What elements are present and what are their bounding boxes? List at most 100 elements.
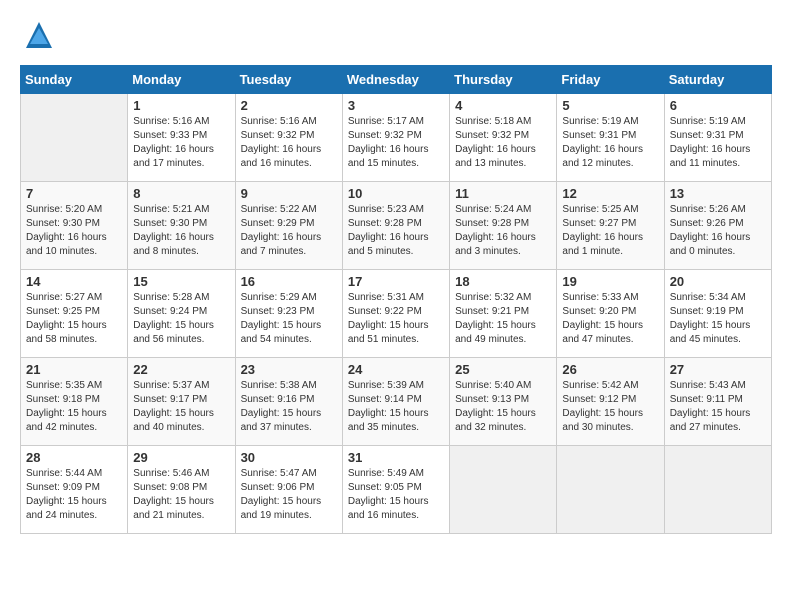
day-info: Sunrise: 5:16 AM Sunset: 9:32 PM Dayligh… xyxy=(241,115,337,171)
day-number: 31 xyxy=(348,450,444,465)
day-number: 16 xyxy=(241,274,337,289)
day-info: Sunrise: 5:27 AM Sunset: 9:25 PM Dayligh… xyxy=(26,291,122,347)
calendar-cell: 5Sunrise: 5:19 AM Sunset: 9:31 PM Daylig… xyxy=(557,94,664,182)
calendar-table: SundayMondayTuesdayWednesdayThursdayFrid… xyxy=(20,65,772,534)
logo-text xyxy=(20,20,54,55)
calendar-cell xyxy=(21,94,128,182)
day-number: 4 xyxy=(455,98,551,113)
calendar-cell: 30 Sunrise: 5:47 AM Sunset: 9:06 PM Dayli… xyxy=(235,446,342,534)
calendar-cell: 13Sunrise: 5:26 AM Sunset: 9:26 PM Dayli… xyxy=(664,182,771,270)
calendar-cell: 17 Sunrise: 5:31 AM Sunset: 9:22 PM Dayli… xyxy=(342,270,449,358)
day-number: 8 xyxy=(133,186,229,201)
day-info: Sunrise: 5:17 AM Sunset: 9:32 PM Dayligh… xyxy=(348,115,444,171)
calendar-cell: 8 Sunrise: 5:21 AM Sunset: 9:30 PM Daylig… xyxy=(128,182,235,270)
calendar-week-row: 1 Sunrise: 5:16 AM Sunset: 9:33 PM Daylig… xyxy=(21,94,772,182)
day-info: Sunrise: 5:20 AM Sunset: 9:30 PM Dayligh… xyxy=(26,203,122,259)
calendar-cell: 2 Sunrise: 5:16 AM Sunset: 9:32 PM Daylig… xyxy=(235,94,342,182)
calendar-cell: 6 Sunrise: 5:19 AM Sunset: 9:31 PM Daylig… xyxy=(664,94,771,182)
day-number: 15 xyxy=(133,274,229,289)
calendar-cell: 21 Sunrise: 5:35 AM Sunset: 9:18 PM Dayli… xyxy=(21,358,128,446)
day-info: Sunrise: 5:19 AM Sunset: 9:31 PM Dayligh… xyxy=(562,115,658,171)
calendar-cell: 26 Sunrise: 5:42 AM Sunset: 9:12 PM Dayli… xyxy=(557,358,664,446)
calendar-week-row: 14 Sunrise: 5:27 AM Sunset: 9:25 PM Dayli… xyxy=(21,270,772,358)
day-info: Sunrise: 5:22 AM Sunset: 9:29 PM Dayligh… xyxy=(241,203,337,259)
day-number: 9 xyxy=(241,186,337,201)
calendar-week-row: 21 Sunrise: 5:35 AM Sunset: 9:18 PM Dayli… xyxy=(21,358,772,446)
calendar-cell: 10Sunrise: 5:23 AM Sunset: 9:28 PM Dayli… xyxy=(342,182,449,270)
day-info: Sunrise: 5:19 AM Sunset: 9:31 PM Dayligh… xyxy=(670,115,766,171)
calendar-cell: 18 Sunrise: 5:32 AM Sunset: 9:21 PM Dayli… xyxy=(450,270,557,358)
day-number: 11 xyxy=(455,186,551,201)
logo-icon xyxy=(24,20,54,50)
column-header-saturday: Saturday xyxy=(664,66,771,94)
calendar-cell: 22 Sunrise: 5:37 AM Sunset: 9:17 PM Dayli… xyxy=(128,358,235,446)
day-number: 20 xyxy=(670,274,766,289)
day-info: Sunrise: 5:28 AM Sunset: 9:24 PM Dayligh… xyxy=(133,291,229,347)
day-number: 23 xyxy=(241,362,337,377)
day-info: Sunrise: 5:39 AM Sunset: 9:14 PM Dayligh… xyxy=(348,379,444,435)
column-header-sunday: Sunday xyxy=(21,66,128,94)
page-header xyxy=(20,20,772,55)
day-number: 28 xyxy=(26,450,122,465)
logo xyxy=(20,20,54,55)
calendar-cell: 3Sunrise: 5:17 AM Sunset: 9:32 PM Daylig… xyxy=(342,94,449,182)
day-info: Sunrise: 5:31 AM Sunset: 9:22 PM Dayligh… xyxy=(348,291,444,347)
calendar-cell: 24 Sunrise: 5:39 AM Sunset: 9:14 PM Dayli… xyxy=(342,358,449,446)
day-info: Sunrise: 5:16 AM Sunset: 9:33 PM Dayligh… xyxy=(133,115,229,171)
day-number: 7 xyxy=(26,186,122,201)
day-number: 21 xyxy=(26,362,122,377)
calendar-cell: 19Sunrise: 5:33 AM Sunset: 9:20 PM Dayli… xyxy=(557,270,664,358)
day-info: Sunrise: 5:38 AM Sunset: 9:16 PM Dayligh… xyxy=(241,379,337,435)
calendar-cell: 28 Sunrise: 5:44 AM Sunset: 9:09 PM Dayli… xyxy=(21,446,128,534)
day-number: 1 xyxy=(133,98,229,113)
day-info: Sunrise: 5:40 AM Sunset: 9:13 PM Dayligh… xyxy=(455,379,551,435)
day-info: Sunrise: 5:34 AM Sunset: 9:19 PM Dayligh… xyxy=(670,291,766,347)
calendar-cell: 7 Sunrise: 5:20 AM Sunset: 9:30 PM Daylig… xyxy=(21,182,128,270)
day-info: Sunrise: 5:44 AM Sunset: 9:09 PM Dayligh… xyxy=(26,467,122,523)
calendar-cell xyxy=(450,446,557,534)
day-number: 29 xyxy=(133,450,229,465)
day-number: 24 xyxy=(348,362,444,377)
day-number: 12 xyxy=(562,186,658,201)
calendar-cell: 20 Sunrise: 5:34 AM Sunset: 9:19 PM Dayli… xyxy=(664,270,771,358)
day-info: Sunrise: 5:35 AM Sunset: 9:18 PM Dayligh… xyxy=(26,379,122,435)
day-info: Sunrise: 5:24 AM Sunset: 9:28 PM Dayligh… xyxy=(455,203,551,259)
calendar-cell: 25 Sunrise: 5:40 AM Sunset: 9:13 PM Dayli… xyxy=(450,358,557,446)
calendar-cell: 12 Sunrise: 5:25 AM Sunset: 9:27 PM Dayli… xyxy=(557,182,664,270)
day-info: Sunrise: 5:29 AM Sunset: 9:23 PM Dayligh… xyxy=(241,291,337,347)
calendar-week-row: 28 Sunrise: 5:44 AM Sunset: 9:09 PM Dayli… xyxy=(21,446,772,534)
day-info: Sunrise: 5:43 AM Sunset: 9:11 PM Dayligh… xyxy=(670,379,766,435)
day-number: 22 xyxy=(133,362,229,377)
day-number: 27 xyxy=(670,362,766,377)
calendar-cell: 31 Sunrise: 5:49 AM Sunset: 9:05 PM Dayli… xyxy=(342,446,449,534)
calendar-cell: 11 Sunrise: 5:24 AM Sunset: 9:28 PM Dayli… xyxy=(450,182,557,270)
day-number: 30 xyxy=(241,450,337,465)
calendar-cell: 15 Sunrise: 5:28 AM Sunset: 9:24 PM Dayli… xyxy=(128,270,235,358)
calendar-cell: 23 Sunrise: 5:38 AM Sunset: 9:16 PM Dayli… xyxy=(235,358,342,446)
day-info: Sunrise: 5:46 AM Sunset: 9:08 PM Dayligh… xyxy=(133,467,229,523)
column-header-tuesday: Tuesday xyxy=(235,66,342,94)
day-number: 25 xyxy=(455,362,551,377)
column-header-wednesday: Wednesday xyxy=(342,66,449,94)
calendar-cell: 4 Sunrise: 5:18 AM Sunset: 9:32 PM Daylig… xyxy=(450,94,557,182)
day-info: Sunrise: 5:37 AM Sunset: 9:17 PM Dayligh… xyxy=(133,379,229,435)
day-info: Sunrise: 5:32 AM Sunset: 9:21 PM Dayligh… xyxy=(455,291,551,347)
calendar-header-row: SundayMondayTuesdayWednesdayThursdayFrid… xyxy=(21,66,772,94)
day-info: Sunrise: 5:47 AM Sunset: 9:06 PM Dayligh… xyxy=(241,467,337,523)
day-info: Sunrise: 5:18 AM Sunset: 9:32 PM Dayligh… xyxy=(455,115,551,171)
day-info: Sunrise: 5:21 AM Sunset: 9:30 PM Dayligh… xyxy=(133,203,229,259)
column-header-friday: Friday xyxy=(557,66,664,94)
day-info: Sunrise: 5:23 AM Sunset: 9:28 PM Dayligh… xyxy=(348,203,444,259)
day-number: 17 xyxy=(348,274,444,289)
day-info: Sunrise: 5:42 AM Sunset: 9:12 PM Dayligh… xyxy=(562,379,658,435)
calendar-cell xyxy=(664,446,771,534)
day-number: 19 xyxy=(562,274,658,289)
day-info: Sunrise: 5:25 AM Sunset: 9:27 PM Dayligh… xyxy=(562,203,658,259)
day-info: Sunrise: 5:49 AM Sunset: 9:05 PM Dayligh… xyxy=(348,467,444,523)
day-number: 26 xyxy=(562,362,658,377)
day-number: 18 xyxy=(455,274,551,289)
day-number: 2 xyxy=(241,98,337,113)
day-number: 14 xyxy=(26,274,122,289)
calendar-cell: 16 Sunrise: 5:29 AM Sunset: 9:23 PM Dayli… xyxy=(235,270,342,358)
day-number: 6 xyxy=(670,98,766,113)
